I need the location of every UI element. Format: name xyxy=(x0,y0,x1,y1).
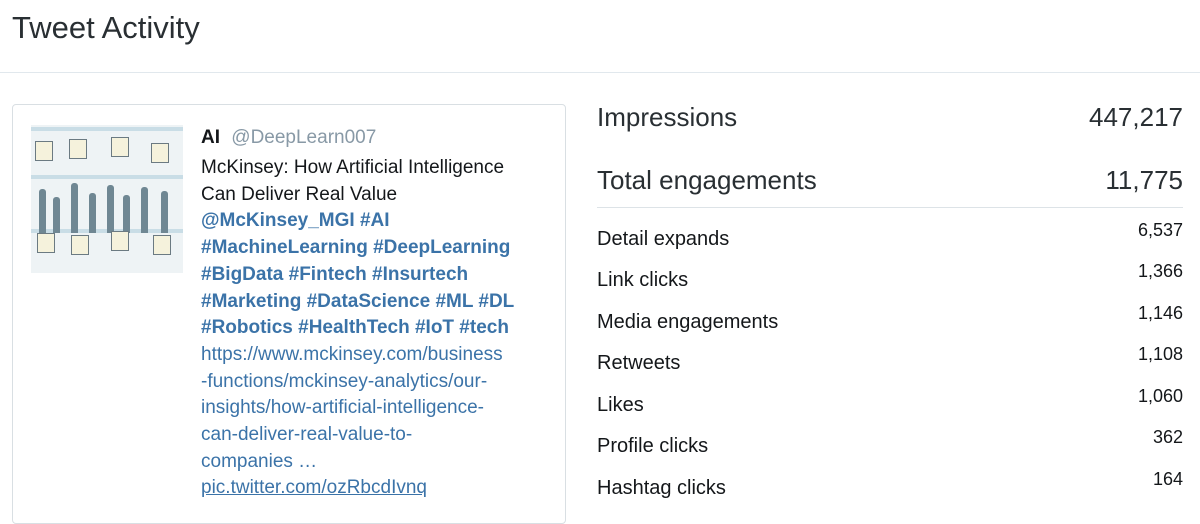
article-link-line[interactable]: insights/how-artificial-intelligence- xyxy=(201,395,551,422)
article-link-line[interactable]: https://www.mckinsey.com/business xyxy=(201,342,551,369)
header-divider xyxy=(0,72,1200,73)
metric-value: 6,537 xyxy=(1137,220,1183,240)
article-link-line[interactable]: -functions/mckinsey-analytics/our- xyxy=(201,369,551,396)
article-link-line[interactable]: companies … xyxy=(201,449,551,476)
metric-row-profile-clicks: Profile clicks 362 xyxy=(597,427,1183,458)
author-name[interactable]: AI xyxy=(201,127,220,148)
author-handle[interactable]: @DeepLearn007 xyxy=(231,127,376,148)
metric-row-hashtag-clicks: Hashtag clicks 164 xyxy=(597,469,1183,500)
total-engagements-row: Total engagements 11,775 xyxy=(597,165,1183,196)
tweet-media-thumbnail[interactable] xyxy=(31,125,183,273)
impressions-row: Impressions 447,217 xyxy=(597,102,1183,133)
hashtag-line[interactable]: #MachineLearning #DeepLearning xyxy=(201,235,551,262)
metric-label: Detail expands xyxy=(597,228,730,250)
tweet-text: McKinsey: How Artificial Intelligence Ca… xyxy=(201,155,551,502)
metric-value: 1,146 xyxy=(1137,303,1183,323)
metric-value: 164 xyxy=(1152,469,1183,489)
metric-row-retweets: Retweets 1,108 xyxy=(597,344,1183,375)
metric-value: 1,060 xyxy=(1137,386,1183,406)
metric-label: Media engagements xyxy=(597,311,779,333)
hashtag-line[interactable]: @McKinsey_MGI #AI xyxy=(201,208,551,235)
total-engagements-label: Total engagements xyxy=(597,165,817,195)
article-link-line[interactable]: can-deliver-real-value-to- xyxy=(201,422,551,449)
metric-value: 362 xyxy=(1152,427,1183,447)
metric-value: 1,366 xyxy=(1137,261,1183,281)
metrics-divider xyxy=(597,207,1183,208)
metric-row-link-clicks: Link clicks 1,366 xyxy=(597,261,1183,292)
tweet-text-line: Can Deliver Real Value xyxy=(201,183,398,205)
pic-link[interactable]: pic.twitter.com/ozRbcdIvnq xyxy=(201,475,551,502)
metric-row-media-engagements: Media engagements 1,146 xyxy=(597,303,1183,334)
metric-label: Hashtag clicks xyxy=(597,477,726,499)
metric-label: Retweets xyxy=(597,352,681,374)
tweet-text-line: McKinsey: How Artificial Intelligence xyxy=(201,157,505,178)
total-engagements-value: 11,775 xyxy=(1105,165,1183,195)
hashtag-line[interactable]: #Marketing #DataScience #ML #DL xyxy=(201,289,551,316)
metric-label: Profile clicks xyxy=(597,435,709,457)
metric-label: Link clicks xyxy=(597,269,689,291)
page-title: Tweet Activity xyxy=(12,10,200,45)
metric-row-likes: Likes 1,060 xyxy=(597,386,1183,417)
metric-label: Likes xyxy=(597,394,644,416)
metric-value: 1,108 xyxy=(1137,344,1183,364)
impressions-label: Impressions xyxy=(597,102,738,132)
metric-row-detail-expands: Detail expands 6,537 xyxy=(597,220,1183,251)
tweet-author[interactable]: AI @DeepLearn007 xyxy=(201,127,376,149)
hashtag-line[interactable]: #BigData #Fintech #Insurtech xyxy=(201,262,551,289)
tweet-card[interactable]: AI @DeepLearn007 McKinsey: How Artificia… xyxy=(12,104,566,524)
hashtag-line[interactable]: #Robotics #HealthTech #IoT #tech xyxy=(201,315,551,342)
impressions-value: 447,217 xyxy=(1089,102,1183,132)
